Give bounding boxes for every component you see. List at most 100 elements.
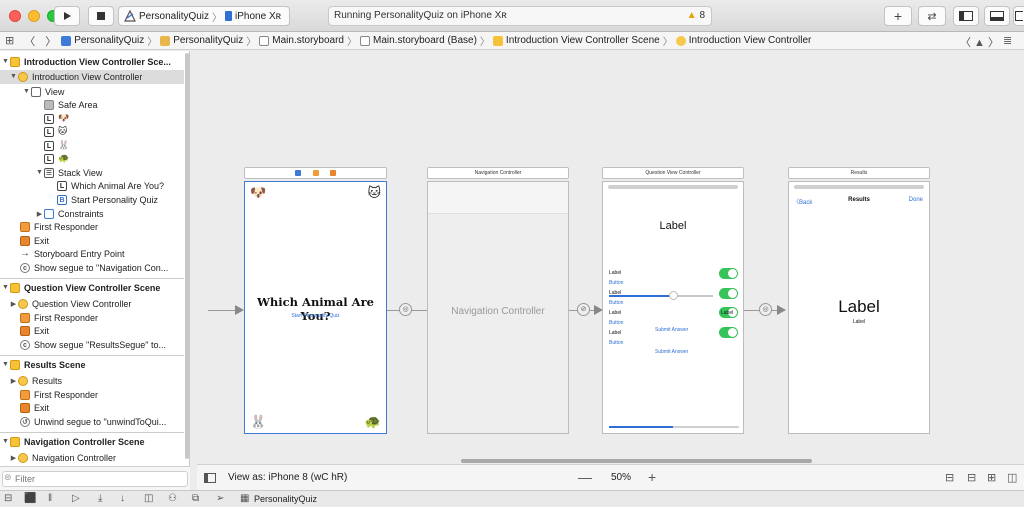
outline-results-vc[interactable]: ▶ Results [0, 374, 184, 388]
outline-scrollbar-thumb[interactable] [185, 53, 189, 459]
back-chevron-icon[interactable]: 〈 [24, 33, 35, 49]
answer-button-4[interactable]: Button [609, 340, 623, 346]
breakpoints-toggle-icon[interactable]: ⬛ [24, 493, 36, 504]
outline-show-segue-results[interactable]: c Show segue "ResultsSegue" to... [0, 338, 184, 352]
breadcrumb-project[interactable]: PersonalityQuiz [61, 35, 144, 46]
outline-nav-scene[interactable]: ▼ Navigation Controller Scene [0, 435, 184, 449]
editor-options-icon[interactable]: ≣ [1003, 34, 1012, 47]
disclosure-open-icon[interactable]: ▼ [35, 169, 44, 176]
outline-unwind-segue[interactable]: ↺ Unwind segue to "unwindToQui... [0, 415, 184, 429]
disclosure-open-icon[interactable]: ▼ [1, 438, 10, 445]
question-scene-view[interactable]: Label Label Button Label Button Label La… [602, 181, 744, 434]
answer-switch-4[interactable] [719, 327, 738, 338]
disclosure-open-icon[interactable]: ▼ [1, 58, 10, 65]
toggle-outline-icon[interactable] [204, 473, 216, 483]
start-quiz-button[interactable]: Start Personality Quiz [245, 313, 386, 319]
outline-results-first-responder[interactable]: First Responder [0, 388, 184, 402]
stop-button[interactable] [88, 6, 114, 26]
align-icon[interactable]: ⊟ [967, 471, 976, 484]
toggle-inspector-button[interactable] [1013, 6, 1024, 26]
outline-label-dog[interactable]: L 🐶 [0, 112, 184, 126]
view-debugger-icon[interactable]: ◫ [144, 493, 153, 504]
zoom-out-button[interactable]: — [578, 469, 592, 485]
intro-scene-view[interactable]: 🐶 🐱 Which Animal Are You? Start Personal… [244, 181, 387, 434]
outline-constraints[interactable]: ▶ Constraints [0, 207, 184, 221]
outline-show-segue-nav[interactable]: c Show segue to "Navigation Con... [0, 261, 184, 275]
outline-label-cat[interactable]: L 🐱 [0, 125, 184, 139]
outline-question-vc[interactable]: ▶ Question View Controller [0, 297, 184, 311]
forward-chevron-icon[interactable]: 〉 [45, 33, 56, 49]
first-responder-dock-icon[interactable] [312, 169, 319, 176]
resolve-issues-icon[interactable]: ◫ [1007, 471, 1017, 484]
nav-controller-scene-view[interactable]: Navigation Controller [427, 181, 569, 434]
simulate-location-icon[interactable]: ➢ [216, 493, 224, 504]
hide-debug-area-icon[interactable]: ⊟ [4, 493, 12, 504]
outline-safe-area[interactable]: Safe Area [0, 98, 184, 112]
outline-stack-label[interactable]: L Which Animal Are You? [0, 179, 184, 193]
outline-intro-scene[interactable]: ▼ Introduction View Controller Sce... [0, 55, 184, 69]
results-scene-view[interactable]: 〈Back Results Done Label Label [788, 181, 930, 434]
outline-results-exit[interactable]: Exit [0, 401, 184, 415]
disclosure-closed-icon[interactable]: ▶ [9, 300, 18, 308]
pause-icon[interactable]: ‖ [48, 493, 52, 504]
results-segue-badge-icon[interactable]: ◎ [759, 303, 772, 316]
results-scene-dock[interactable]: Results [788, 167, 930, 179]
answer-slider-knob[interactable] [669, 291, 678, 300]
memory-graph-icon[interactable]: ⚇ [168, 493, 177, 504]
outline-label-rabbit[interactable]: L 🐰 [0, 139, 184, 153]
storyboard-canvas[interactable]: 🐶 🐱 Which Animal Are You? Start Personal… [197, 51, 1024, 464]
outline-intro-view-controller[interactable]: ▼ Introduction View Controller [0, 70, 184, 84]
breadcrumb-view-controller[interactable]: Introduction View Controller [675, 35, 811, 46]
continue-icon[interactable]: ▷ [72, 493, 80, 504]
related-items-grid-icon[interactable]: ⊞ [5, 34, 14, 47]
add-constraints-icon[interactable]: ⊞ [987, 471, 996, 484]
outline-view[interactable]: ▼ View [0, 85, 184, 99]
intro-scene-dock[interactable] [244, 167, 387, 179]
submit-answer-button-2[interactable]: Submit Answer [655, 349, 688, 355]
library-button[interactable]: + [884, 6, 912, 26]
breadcrumb-storyboard-base[interactable]: Main.storyboard (Base) [359, 35, 477, 46]
environment-overrides-icon[interactable]: ⧉ [192, 493, 199, 504]
toggle-navigator-button[interactable] [953, 6, 979, 26]
disclosure-closed-icon[interactable]: ▶ [35, 210, 44, 218]
outline-results-scene[interactable]: ▼ Results Scene [0, 358, 184, 372]
outline-intro-first-responder[interactable]: First Responder [0, 220, 184, 234]
disclosure-closed-icon[interactable]: ▶ [9, 377, 18, 385]
done-button[interactable]: Done [909, 197, 923, 203]
minimize-window-button[interactable] [28, 10, 40, 22]
warning-count-badge[interactable]: ▲ 8 [687, 10, 705, 21]
outline-intro-exit[interactable]: Exit [0, 234, 184, 248]
answer-button-3[interactable]: Button [609, 320, 623, 326]
step-over-icon[interactable]: ⤓ [98, 493, 102, 504]
answer-switch-1[interactable] [719, 268, 738, 279]
disclosure-open-icon[interactable]: ▼ [1, 361, 10, 368]
outline-stack-button[interactable]: B Start Personality Quiz [0, 193, 184, 207]
breadcrumb-scene[interactable]: Introduction View Controller Scene [492, 35, 660, 46]
close-window-button[interactable] [9, 10, 21, 22]
scheme-selector[interactable]: PersonalityQuiz 〉 iPhone Xʀ [118, 6, 290, 26]
canvas-horizontal-scrollbar[interactable] [461, 459, 812, 463]
run-button[interactable] [54, 6, 80, 26]
submit-answer-button-1[interactable]: Submit Answer [655, 327, 688, 333]
question-scene-dock[interactable]: Question View Controller [602, 167, 744, 179]
answer-button-1[interactable]: Button [609, 280, 623, 286]
show-segue-badge-icon[interactable]: ◎ [399, 303, 412, 316]
code-review-button[interactable]: ⇄ [918, 6, 946, 26]
outline-filter-input[interactable] [2, 471, 188, 487]
relationship-segue-badge-icon[interactable]: ⊘ [577, 303, 590, 316]
answer-switch-2[interactable] [719, 288, 738, 299]
disclosure-open-icon[interactable]: ▼ [22, 88, 31, 95]
view-controller-dock-icon[interactable] [295, 169, 302, 176]
toggle-debug-area-button[interactable] [984, 6, 1010, 26]
exit-dock-icon[interactable] [329, 169, 336, 176]
outline-nav-controller[interactable]: ▶ Navigation Controller [0, 451, 184, 465]
answer-button-2[interactable]: Button [609, 300, 623, 306]
update-frames-icon[interactable]: ⊟ [945, 471, 954, 484]
outline-entry-point[interactable]: → Storyboard Entry Point [0, 247, 184, 261]
outline-question-first-responder[interactable]: First Responder [0, 311, 184, 325]
disclosure-closed-icon[interactable]: ▶ [9, 454, 18, 462]
breadcrumb-folder[interactable]: PersonalityQuiz [160, 35, 243, 46]
outline-label-turtle[interactable]: L 🐢 [0, 152, 184, 166]
disclosure-open-icon[interactable]: ▼ [9, 73, 18, 80]
zoom-in-button[interactable]: + [648, 469, 656, 485]
